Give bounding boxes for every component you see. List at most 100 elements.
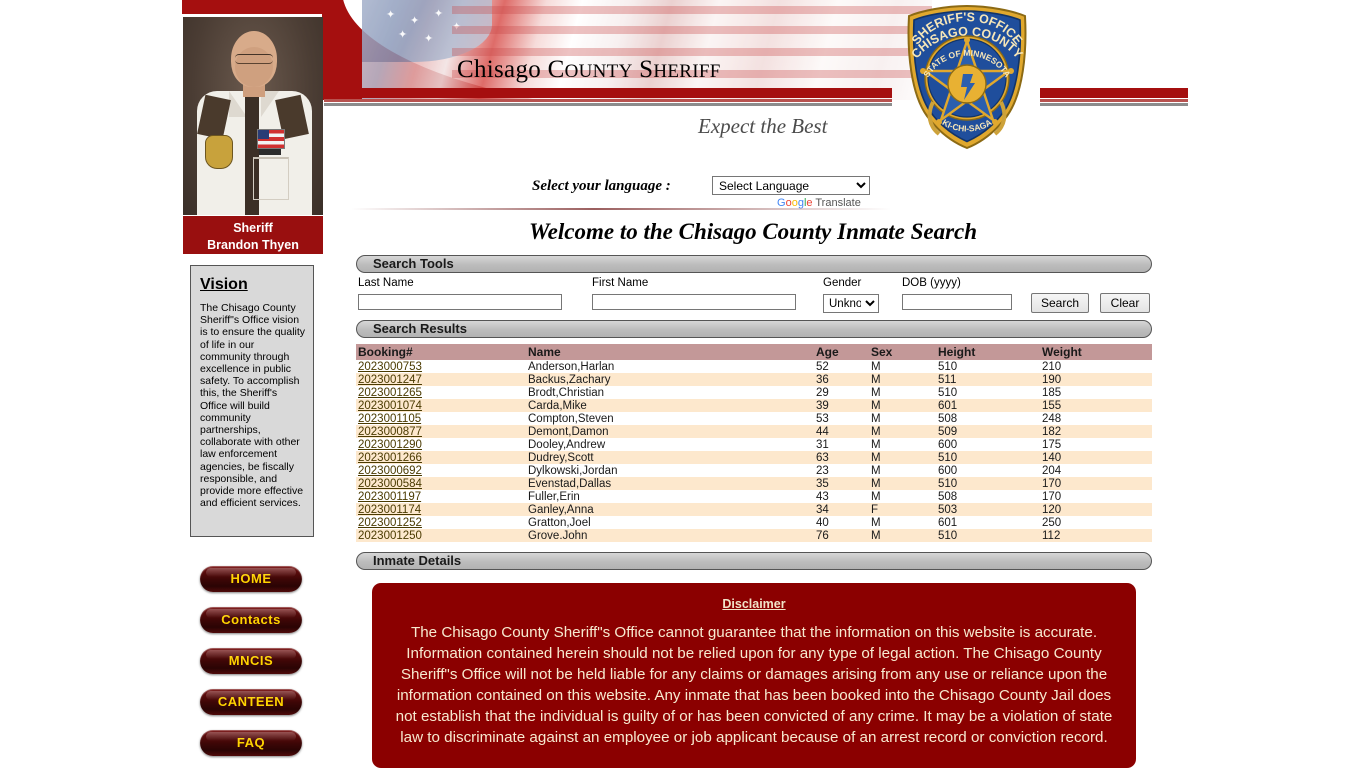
disclaimer-body: The Chisago County Sheriff"s Office cann… [395,624,1113,746]
booking-number-link[interactable]: 2023001247 [358,374,422,386]
sheriff-portrait-photo [183,17,323,215]
cell-name: Grove.John [526,529,814,542]
google-translate-widget: Select your language : Select Language G… [532,176,892,216]
column-header-height[interactable]: Height [936,344,1040,360]
page-title: Welcome to the Chisago County Inmate Sea… [528,219,978,244]
gender-label: Gender [823,277,862,289]
booking-number-link[interactable]: 2023000692 [358,465,422,477]
table-row: 2023001197 Fuller,Erin 43 M 508 170 [356,490,1152,503]
booking-number-link[interactable]: 2023000877 [358,426,422,438]
cell-height: 509 [936,425,1040,438]
booking-number-link: 2023001250 [358,529,422,542]
site-banner: ✦ ✦ ✦ ✦ ✦ ✦ Chisago COUNTY SHERIFF Expec… [182,0,1366,150]
language-select[interactable]: Select Language [712,176,870,195]
gender-select[interactable]: Unkno [823,294,879,313]
nav-button-home[interactable]: HOME [200,566,302,592]
table-row: 2023000877 Demont,Damon 44 M 509 182 [356,425,1152,438]
banner-rule-left-grey [324,103,892,106]
nav-button-mncis[interactable]: MNCIS [200,648,302,674]
cell-height: 511 [936,373,1040,386]
cell-sex: M [869,490,936,503]
site-tagline: Expect the Best [698,114,828,138]
booking-number-link[interactable]: 2023001265 [358,387,422,399]
table-row: 2023000753 Anderson,Harlan 52 M 510 210 [356,360,1152,373]
cell-sex: M [869,425,936,438]
cell-age: 31 [814,438,869,451]
column-header-name[interactable]: Name [526,344,814,360]
banner-rule-left-thin [324,99,892,102]
cell-age: 52 [814,360,869,373]
booking-number-link[interactable]: 2023000753 [358,361,422,373]
cell-age: 35 [814,477,869,490]
booking-number-link[interactable]: 2023001290 [358,439,422,451]
cell-name: Demont,Damon [526,425,814,438]
cell-weight: 170 [1040,477,1152,490]
cell-height: 503 [936,503,1040,516]
cell-weight: 140 [1040,451,1152,464]
cell-age: 76 [814,529,869,542]
cell-height: 508 [936,490,1040,503]
cell-height: 600 [936,438,1040,451]
cell-sex: M [869,451,936,464]
booking-number-link[interactable]: 2023001074 [358,400,422,412]
cell-sex: M [869,399,936,412]
dob-input[interactable] [902,294,1012,310]
vision-heading: Vision [200,276,248,293]
column-header-weight[interactable]: Weight [1040,344,1152,360]
cell-name: Fuller,Erin [526,490,814,503]
cell-weight: 182 [1040,425,1152,438]
cell-sex: M [869,464,936,477]
last-name-input[interactable] [358,294,562,310]
cell-age: 53 [814,412,869,425]
column-header-booking[interactable]: Booking# [356,344,526,360]
cell-sex: M [869,529,936,542]
cell-height: 601 [936,399,1040,412]
booking-number-link[interactable]: 2023001266 [358,452,422,464]
cell-age: 34 [814,503,869,516]
booking-number-link[interactable]: 2023001197 [358,491,421,503]
first-name-input[interactable] [592,294,796,310]
cell-weight: 175 [1040,438,1152,451]
column-header-age[interactable]: Age [814,344,869,360]
cell-height: 601 [936,516,1040,529]
cell-weight: 170 [1040,490,1152,503]
banner-rule-right-thin [1040,99,1188,102]
cell-age: 23 [814,464,869,477]
table-row: 2023001265 Brodt,Christian 29 M 510 185 [356,386,1152,399]
site-title: Chisago COUNTY SHERIFF [457,56,721,84]
cell-height: 510 [936,360,1040,373]
nav-button-faq[interactable]: FAQ [200,730,302,756]
sidebar-nav: HOME Contacts MNCIS CANTEEN FAQ [200,566,304,768]
cell-name: Brodt,Christian [526,386,814,399]
cell-weight: 185 [1040,386,1152,399]
cell-booking: 2023001105 [356,412,526,425]
sheriff-badge-logo: SHERIFF'S OFFICE CHISAGO COUNTY STATE OF… [893,2,1041,150]
cell-age: 39 [814,399,869,412]
cell-age: 29 [814,386,869,399]
cell-height: 510 [936,386,1040,399]
table-row: 2023001252 Gratton,Joel 40 M 601 250 [356,516,1152,529]
booking-number-link[interactable]: 2023001174 [358,504,421,516]
site-title-c: C [547,56,565,83]
booking-number-link[interactable]: 2023001252 [358,517,422,529]
cell-sex: M [869,516,936,529]
section-header-search-results: Search Results [356,320,1152,338]
cell-sex: F [869,503,936,516]
nav-button-contacts[interactable]: Contacts [200,607,302,633]
site-title-ounty: OUNTY [564,61,633,82]
table-row: 2023001174 Ganley,Anna 34 F 503 120 [356,503,1152,516]
cell-name: Dooley,Andrew [526,438,814,451]
booking-number-link[interactable]: 2023001105 [358,413,421,425]
table-row: 2023000584 Evenstad,Dallas 35 M 510 170 [356,477,1152,490]
search-button[interactable]: Search [1031,293,1089,313]
column-header-sex[interactable]: Sex [869,344,936,360]
table-row: 2023001105 Compton,Steven 53 M 508 248 [356,412,1152,425]
banner-red-accent-top [182,0,326,14]
booking-number-link[interactable]: 2023000584 [358,478,422,490]
clear-button[interactable]: Clear [1100,293,1150,313]
cell-sex: M [869,477,936,490]
nav-button-canteen[interactable]: CANTEEN [200,689,302,715]
cell-name: Backus,Zachary [526,373,814,386]
cell-weight: 248 [1040,412,1152,425]
cell-weight: 210 [1040,360,1152,373]
